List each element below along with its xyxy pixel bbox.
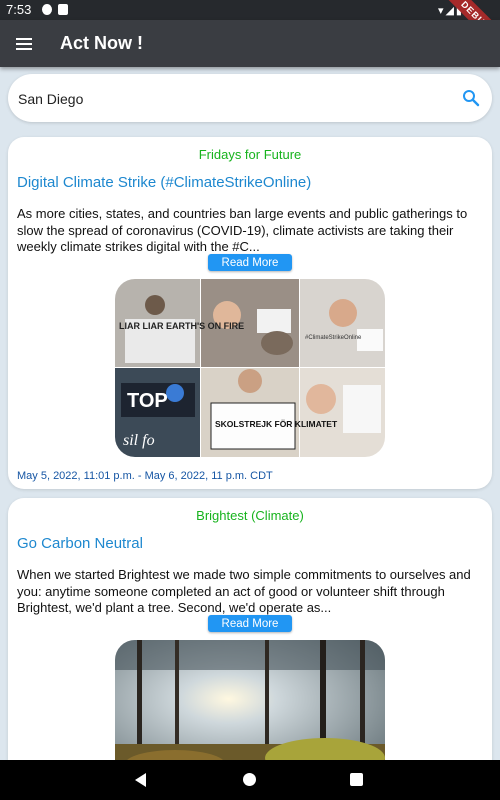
search-icon[interactable]: [462, 89, 480, 107]
card-description: As more cities, states, and countries ba…: [17, 206, 468, 254]
search-input[interactable]: [16, 84, 440, 114]
card-image[interactable]: [115, 640, 385, 780]
notification-icon: [42, 4, 52, 15]
image-text: LIAR LIAR EARTH'S ON FIRE: [119, 321, 244, 331]
card-source: Fridays for Future: [198, 147, 302, 162]
image-text: TOP: [127, 390, 168, 412]
forest-sunlight-image: [115, 640, 385, 780]
status-bar: 7:53 ▾◢▮ DEBUG: [0, 0, 500, 58]
home-icon[interactable]: [243, 773, 256, 786]
card-title-link[interactable]: Go Carbon Neutral: [17, 535, 143, 552]
image-text: SKOLSTREJK FÖR KLIMATET: [215, 419, 338, 429]
card-source: Brightest (Climate): [196, 508, 304, 523]
image-text: sil fo: [123, 432, 155, 449]
app-bar: Act Now !: [0, 20, 500, 67]
search-box: [8, 74, 492, 122]
menu-icon[interactable]: [16, 38, 32, 50]
recents-icon[interactable]: [350, 773, 363, 786]
read-more-button[interactable]: Read More: [208, 254, 292, 271]
read-more-button[interactable]: Read More: [208, 615, 292, 632]
card-date: May 5, 2022, 11:01 p.m. - May 6, 2022, 1…: [17, 470, 273, 482]
sd-card-icon: [58, 4, 68, 15]
card-image[interactable]: LIAR LIAR EARTH'S ON FIRE SKOLSTREJK FÖR…: [115, 279, 385, 457]
status-time: 7:53: [6, 2, 32, 17]
event-card: Fridays for Future Digital Climate Strik…: [8, 137, 492, 489]
zoom-collage-image: LIAR LIAR EARTH'S ON FIRE SKOLSTREJK FÖR…: [115, 279, 385, 457]
system-nav-bar: [0, 760, 500, 800]
event-card: Brightest (Climate) Go Carbon Neutral Wh…: [8, 498, 492, 788]
card-title-link[interactable]: Digital Climate Strike (#ClimateStrikeOn…: [17, 174, 311, 191]
image-text: #ClimateStrikeOnline: [305, 335, 362, 341]
card-description: When we started Brightest we made two si…: [17, 567, 471, 615]
back-icon[interactable]: [135, 773, 146, 787]
app-title: Act Now !: [60, 33, 143, 53]
